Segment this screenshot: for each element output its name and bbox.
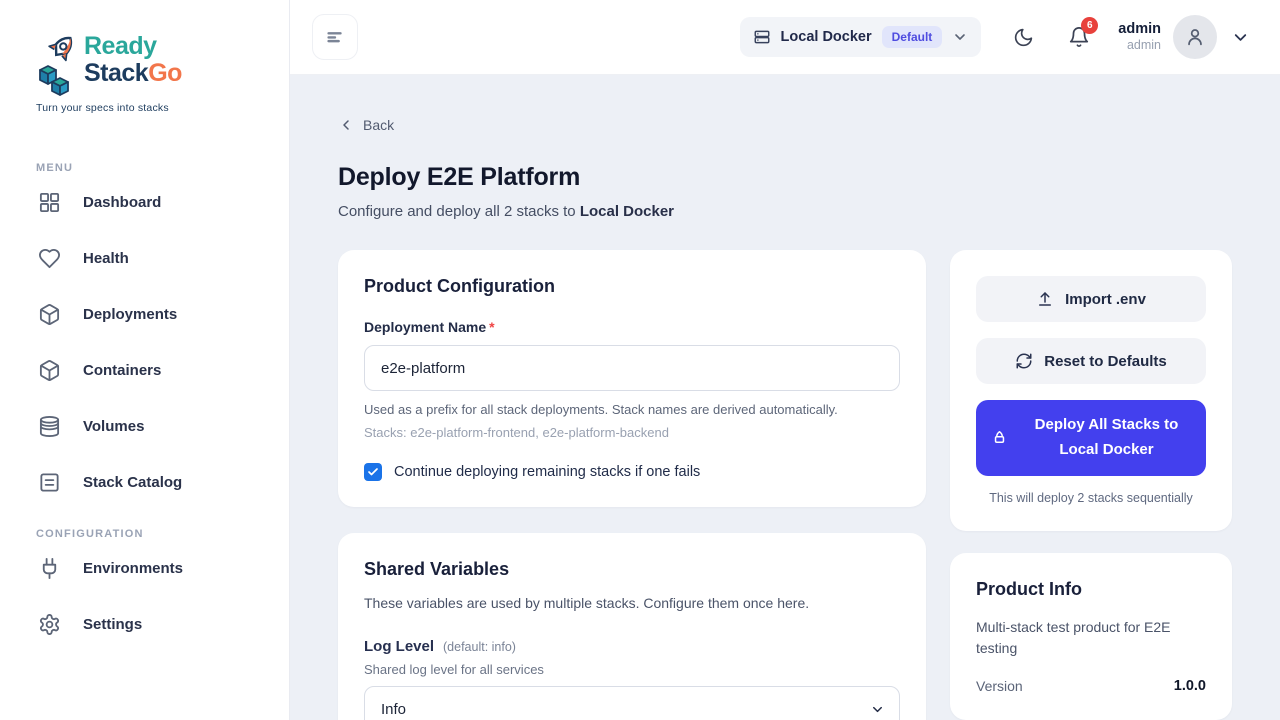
deploy-all-stacks-button[interactable]: Deploy All Stacks to Local Docker bbox=[976, 400, 1206, 476]
log-level-default: (default: info) bbox=[443, 640, 516, 654]
environment-name: Local Docker bbox=[781, 29, 872, 45]
notification-count-badge: 6 bbox=[1081, 17, 1098, 34]
log-level-selected-value: Info bbox=[381, 701, 406, 718]
sidebar-item-label: Stack Catalog bbox=[83, 474, 182, 491]
shared-variables-subtitle: These variables are used by multiple sta… bbox=[364, 595, 900, 611]
refresh-icon bbox=[1015, 352, 1033, 370]
catalog-icon bbox=[38, 471, 61, 494]
checkbox-checked-icon[interactable] bbox=[364, 463, 382, 481]
sidebar-item-dashboard[interactable]: Dashboard bbox=[0, 174, 289, 230]
sidebar-item-settings[interactable]: Settings bbox=[0, 596, 289, 652]
page-title: Deploy E2E Platform bbox=[338, 163, 1232, 192]
server-icon bbox=[753, 28, 771, 46]
log-level-select[interactable]: Info bbox=[364, 686, 900, 720]
sidebar-item-label: Environments bbox=[83, 560, 183, 577]
checkbox-label: Continue deploying remaining stacks if o… bbox=[394, 464, 700, 480]
brand-name-stack: Stack bbox=[84, 59, 148, 87]
heart-icon bbox=[38, 247, 61, 270]
menu-icon bbox=[324, 26, 346, 48]
stacks-note: Stacks: e2e-platform-frontend, e2e-platf… bbox=[364, 425, 900, 440]
sidebar-item-deployments[interactable]: Deployments bbox=[0, 286, 289, 342]
page-content: Back Deploy E2E Platform Configure and d… bbox=[290, 75, 1280, 720]
sidebar-item-label: Containers bbox=[83, 362, 161, 379]
card-title: Shared Variables bbox=[364, 559, 900, 580]
version-label: Version bbox=[976, 678, 1023, 694]
rocket-cubes-logo-icon bbox=[36, 34, 82, 96]
product-description: Multi-stack test product for E2E testing bbox=[976, 617, 1206, 659]
sidebar-item-label: Health bbox=[83, 250, 129, 267]
product-info-card: Product Info Multi-stack test product fo… bbox=[950, 553, 1232, 720]
sidebar-section-menu: MENU bbox=[0, 162, 289, 174]
sidebar-item-label: Settings bbox=[83, 616, 142, 633]
sidebar-item-environments[interactable]: Environments bbox=[0, 540, 289, 596]
brand-name-go: Go bbox=[148, 59, 182, 87]
upload-icon bbox=[1036, 290, 1054, 308]
chevron-down-icon bbox=[870, 702, 885, 717]
database-icon bbox=[38, 415, 61, 438]
package-icon bbox=[38, 359, 61, 382]
moon-icon bbox=[1013, 27, 1034, 48]
sidebar-toggle-button[interactable] bbox=[312, 14, 358, 60]
user-name: admin bbox=[1118, 20, 1161, 38]
rocket-icon bbox=[990, 428, 1009, 447]
sidebar-item-health[interactable]: Health bbox=[0, 230, 289, 286]
sidebar-section-configuration: CONFIGURATION bbox=[0, 528, 289, 540]
sidebar-item-containers[interactable]: Containers bbox=[0, 342, 289, 398]
version-row: Version 1.0.0 bbox=[976, 678, 1206, 694]
subtitle-text: Configure and deploy all 2 stacks to bbox=[338, 203, 580, 220]
environment-default-badge: Default bbox=[882, 26, 943, 48]
card-title: Product Configuration bbox=[364, 276, 900, 297]
gear-icon bbox=[38, 613, 61, 636]
version-value: 1.0.0 bbox=[1174, 678, 1206, 694]
environment-selector[interactable]: Local Docker Default bbox=[740, 17, 982, 57]
import-env-label: Import .env bbox=[1065, 291, 1146, 308]
notifications-button[interactable]: 6 bbox=[1068, 26, 1090, 48]
user-role: admin bbox=[1118, 38, 1161, 54]
deploy-actions-card: Import .env Reset to Defaults Deploy All… bbox=[950, 250, 1232, 531]
back-button[interactable]: Back bbox=[338, 117, 394, 133]
chevron-down-icon bbox=[952, 29, 968, 45]
sidebar: Ready StackGo Turn your specs into stack… bbox=[0, 0, 290, 720]
sidebar-item-label: Deployments bbox=[83, 306, 177, 323]
deployment-name-helper: Used as a prefix for all stack deploymen… bbox=[364, 402, 900, 417]
continue-on-fail-checkbox-row[interactable]: Continue deploying remaining stacks if o… bbox=[364, 463, 900, 481]
chevron-left-icon bbox=[338, 117, 354, 133]
log-level-help: Shared log level for all services bbox=[364, 662, 900, 677]
brand-tagline: Turn your specs into stacks bbox=[36, 102, 289, 114]
card-title: Product Info bbox=[976, 579, 1206, 600]
shared-variables-card: Shared Variables These variables are use… bbox=[338, 533, 926, 720]
brand-name-ready: Ready bbox=[84, 34, 182, 59]
log-level-label: Log Level bbox=[364, 638, 434, 655]
reset-defaults-label: Reset to Defaults bbox=[1044, 353, 1167, 370]
deployment-name-label: Deployment Name* bbox=[364, 319, 900, 335]
avatar[interactable] bbox=[1173, 15, 1217, 59]
user-menu[interactable]: admin admin bbox=[1118, 20, 1161, 54]
import-env-button[interactable]: Import .env bbox=[976, 276, 1206, 322]
topbar: Local Docker Default 6 admin admin bbox=[290, 0, 1280, 75]
deployment-name-input[interactable] bbox=[364, 345, 900, 391]
product-configuration-card: Product Configuration Deployment Name* U… bbox=[338, 250, 926, 507]
sidebar-item-stack-catalog[interactable]: Stack Catalog bbox=[0, 454, 289, 510]
required-asterisk: * bbox=[489, 319, 494, 335]
brand-logo: Ready StackGo Turn your specs into stack… bbox=[0, 0, 289, 114]
sidebar-config-nav: Environments Settings bbox=[0, 540, 289, 652]
grid-icon bbox=[38, 191, 61, 214]
package-icon bbox=[38, 303, 61, 326]
sidebar-item-label: Dashboard bbox=[83, 194, 161, 211]
page-subtitle: Configure and deploy all 2 stacks to Loc… bbox=[338, 203, 1232, 220]
sidebar-item-volumes[interactable]: Volumes bbox=[0, 398, 289, 454]
back-label: Back bbox=[363, 117, 394, 133]
deploy-note: This will deploy 2 stacks sequentially bbox=[976, 491, 1206, 505]
user-chevron-down-icon[interactable] bbox=[1231, 28, 1250, 47]
sidebar-item-label: Volumes bbox=[83, 418, 144, 435]
person-icon bbox=[1184, 26, 1206, 48]
plug-icon bbox=[38, 557, 61, 580]
deploy-all-stacks-label: Deploy All Stacks to Local Docker bbox=[1021, 413, 1192, 463]
subtitle-target: Local Docker bbox=[580, 203, 674, 220]
sidebar-nav: Dashboard Health Deployments Containers … bbox=[0, 174, 289, 510]
reset-defaults-button[interactable]: Reset to Defaults bbox=[976, 338, 1206, 384]
dark-mode-toggle[interactable] bbox=[1013, 27, 1034, 48]
